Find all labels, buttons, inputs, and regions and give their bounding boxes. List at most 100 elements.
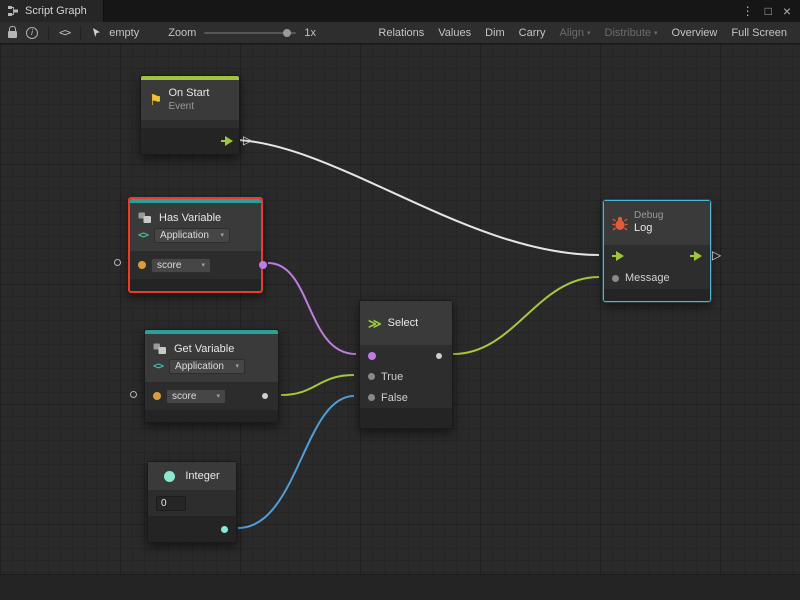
node-title: Get Variable — [174, 343, 234, 355]
node-title: Select — [388, 317, 419, 329]
node-title: Integer — [185, 470, 219, 482]
zoom-value: 1x — [304, 27, 316, 39]
node-header: ⚑ On Start Event — [141, 80, 239, 120]
value-output-port[interactable] — [262, 393, 268, 399]
variable-kind-icon: <> — [138, 230, 148, 241]
variables-icon — [153, 343, 168, 355]
external-flow-port-icon[interactable]: ▷ — [712, 249, 721, 261]
close-icon[interactable]: × — [783, 4, 791, 18]
node-footer — [604, 289, 710, 301]
node-title: Log — [634, 222, 663, 235]
chevron-down-icon: ▾ — [201, 261, 205, 269]
node-footer — [148, 516, 236, 542]
integer-value-input[interactable] — [156, 496, 186, 511]
chevron-down-icon: ▾ — [216, 392, 220, 400]
values-button[interactable]: Values — [431, 24, 478, 42]
message-input-port[interactable] — [612, 275, 619, 282]
bug-icon — [612, 216, 628, 231]
node-has-variable[interactable]: Has Variable <> Application ▾ score ▾ — [128, 197, 263, 293]
wire-select-to-debug-log[interactable] — [453, 277, 599, 354]
maximize-icon[interactable]: □ — [765, 5, 772, 17]
canvas-bottom-gutter — [0, 574, 800, 600]
external-flow-port-icon[interactable]: ▷ — [243, 134, 252, 146]
select-icon: ≫ — [368, 317, 382, 330]
toolbar-buttons: Relations Values Dim Carry Align ▾ Distr… — [371, 24, 794, 42]
chevron-down-icon: ▾ — [236, 362, 240, 370]
node-integer[interactable]: Integer — [147, 461, 237, 543]
node-port-row: score ▾ — [145, 382, 278, 410]
external-value-port-icon[interactable] — [130, 391, 137, 398]
node-port-row — [604, 245, 710, 267]
lock-icon[interactable] — [8, 31, 17, 38]
node-on-start[interactable]: ⚑ On Start Event — [140, 75, 240, 155]
wire-has-variable-to-select[interactable] — [268, 263, 356, 354]
zoom-slider[interactable] — [204, 32, 296, 34]
node-get-variable[interactable]: Get Variable <> Application ▾ score ▾ — [144, 329, 279, 423]
node-title: On Start — [168, 87, 209, 100]
align-button[interactable]: Align ▾ — [553, 24, 598, 42]
distribute-button[interactable]: Distribute ▾ — [598, 24, 665, 42]
node-footer — [145, 410, 278, 422]
node-category: Debug — [634, 210, 663, 222]
zoom-label: Zoom — [168, 27, 196, 39]
full-screen-button[interactable]: Full Screen — [724, 24, 794, 42]
node-port-row: True — [360, 366, 452, 387]
chevron-down-icon: ▾ — [221, 231, 225, 239]
node-footer — [141, 128, 239, 154]
window-controls: ⋮ □ × — [742, 0, 800, 22]
variable-scope-dropdown[interactable]: Application ▾ — [169, 359, 245, 374]
wire-get-variable-to-select[interactable] — [281, 375, 354, 395]
script-graph-icon — [7, 5, 19, 17]
chevron-down-icon: ▾ — [587, 29, 591, 37]
zoom-group: Zoom 1x — [168, 27, 316, 39]
zoom-slider-thumb[interactable] — [283, 29, 291, 37]
flow-output-port[interactable] — [221, 136, 233, 146]
graph-canvas[interactable]: ⚑ On Start Event Has Variable < — [0, 44, 800, 600]
variable-kind-icon: <> — [153, 361, 163, 372]
variable-name-dropdown[interactable]: score ▾ — [166, 389, 226, 404]
external-value-port-icon[interactable] — [114, 259, 121, 266]
node-header: Debug Log — [604, 201, 710, 245]
chevron-down-icon: ▾ — [654, 29, 658, 37]
overview-button[interactable]: Overview — [665, 24, 725, 42]
message-port-label: Message — [625, 272, 670, 284]
node-header: Get Variable <> Application ▾ — [145, 334, 278, 382]
integer-output-port[interactable] — [221, 526, 228, 533]
variables-icon — [138, 212, 153, 224]
tab-label: Script Graph — [25, 5, 87, 17]
node-header: Integer — [148, 462, 236, 490]
false-input-port[interactable] — [368, 394, 375, 401]
bool-output-port[interactable] — [259, 261, 267, 269]
toolbar-divider — [80, 26, 81, 40]
true-port-label: True — [381, 371, 403, 383]
selection-output-port[interactable] — [436, 353, 442, 359]
variable-name-input-port[interactable] — [153, 392, 161, 400]
condition-input-port[interactable] — [368, 352, 376, 360]
wire-on-start-to-debug-log[interactable] — [238, 140, 599, 255]
code-icon[interactable]: <> — [59, 26, 70, 39]
node-header: Has Variable <> Application ▾ — [130, 203, 261, 251]
flow-output-port[interactable] — [690, 251, 702, 261]
node-select[interactable]: ≫ Select True False — [359, 300, 453, 429]
true-input-port[interactable] — [368, 373, 375, 380]
toolbar-divider — [48, 26, 49, 40]
variable-name-dropdown[interactable]: score ▾ — [151, 258, 211, 273]
node-footer — [360, 408, 452, 428]
selection-status-label: empty — [109, 27, 139, 39]
node-footer — [130, 279, 261, 291]
graph-toolbar: i <> empty Zoom 1x Relations Values Dim … — [0, 22, 800, 44]
integer-icon — [164, 471, 175, 482]
selection-pointer-icon — [91, 27, 102, 38]
relations-button[interactable]: Relations — [371, 24, 431, 42]
variable-name-input-port[interactable] — [138, 261, 146, 269]
info-icon[interactable]: i — [26, 27, 38, 39]
flow-input-port[interactable] — [612, 251, 624, 261]
more-menu-icon[interactable]: ⋮ — [742, 5, 754, 17]
tab-script-graph[interactable]: Script Graph — [0, 0, 104, 22]
node-body — [141, 120, 239, 128]
node-debug-log[interactable]: Debug Log Message — [603, 200, 711, 302]
false-port-label: False — [381, 392, 408, 404]
dim-button[interactable]: Dim — [478, 24, 512, 42]
variable-scope-dropdown[interactable]: Application ▾ — [154, 228, 230, 243]
carry-button[interactable]: Carry — [512, 24, 553, 42]
